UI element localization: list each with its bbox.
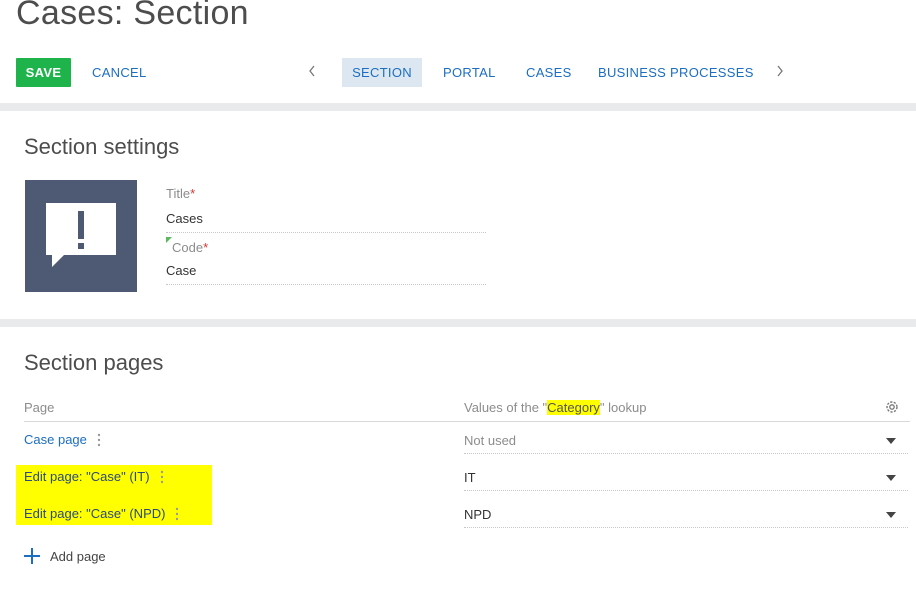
tab-cases[interactable]: CASES	[514, 58, 584, 87]
plus-icon	[24, 548, 40, 564]
code-label: Code*	[172, 240, 209, 255]
lookup-value-select[interactable]: IT	[464, 469, 908, 491]
section-settings-heading: Section settings	[24, 134, 180, 159]
table-row-page[interactable]: Edit page: "Case" (NPD)	[24, 506, 179, 521]
lookup-value: IT	[464, 470, 476, 485]
lookup-value-select[interactable]: NPD	[464, 506, 908, 528]
page-link[interactable]: Case page	[24, 432, 87, 447]
title-label: Title*	[166, 186, 196, 201]
column-header-values: Values of the "Category" lookup	[464, 400, 647, 415]
table-row-page[interactable]: Edit page: "Case" (IT)	[24, 469, 164, 484]
section-pages-heading: Section pages	[24, 350, 164, 375]
case-alert-icon[interactable]	[25, 180, 137, 292]
page-link[interactable]: Edit page: "Case" (IT)	[24, 469, 150, 484]
page-title: Cases: Section	[16, 0, 249, 32]
table-row-page[interactable]: Case page	[24, 432, 101, 447]
more-options-icon[interactable]	[97, 433, 101, 447]
column-header-page: Page	[24, 400, 55, 415]
title-field[interactable]: Cases	[166, 211, 486, 233]
pages-table-header: Page Values of the "Category" lookup	[24, 396, 910, 422]
chevron-left-icon[interactable]	[305, 60, 319, 82]
dropdown-caret-icon[interactable]	[886, 475, 896, 481]
more-options-icon[interactable]	[175, 507, 179, 521]
gear-icon[interactable]	[884, 399, 900, 415]
divider	[0, 103, 916, 111]
add-page-button[interactable]: Add page	[24, 548, 106, 564]
lookup-value: NPD	[464, 507, 492, 522]
chevron-right-icon[interactable]	[773, 60, 787, 82]
divider	[0, 319, 916, 327]
save-button[interactable]: SAVE	[16, 58, 71, 87]
tab-section[interactable]: SECTION	[342, 58, 422, 87]
lookup-value-select[interactable]: Not used	[464, 432, 908, 454]
dropdown-caret-icon[interactable]	[886, 438, 896, 444]
tab-business-processes[interactable]: BUSINESS PROCESSES	[586, 58, 766, 87]
dropdown-caret-icon[interactable]	[886, 512, 896, 518]
cancel-button[interactable]: CANCEL	[80, 58, 159, 87]
lookup-value: Not used	[464, 433, 517, 448]
tab-portal[interactable]: PORTAL	[431, 58, 508, 87]
more-options-icon[interactable]	[160, 470, 164, 484]
code-field[interactable]: Case	[166, 263, 486, 285]
add-page-label: Add page	[50, 548, 106, 564]
page-link[interactable]: Edit page: "Case" (NPD)	[24, 506, 165, 521]
